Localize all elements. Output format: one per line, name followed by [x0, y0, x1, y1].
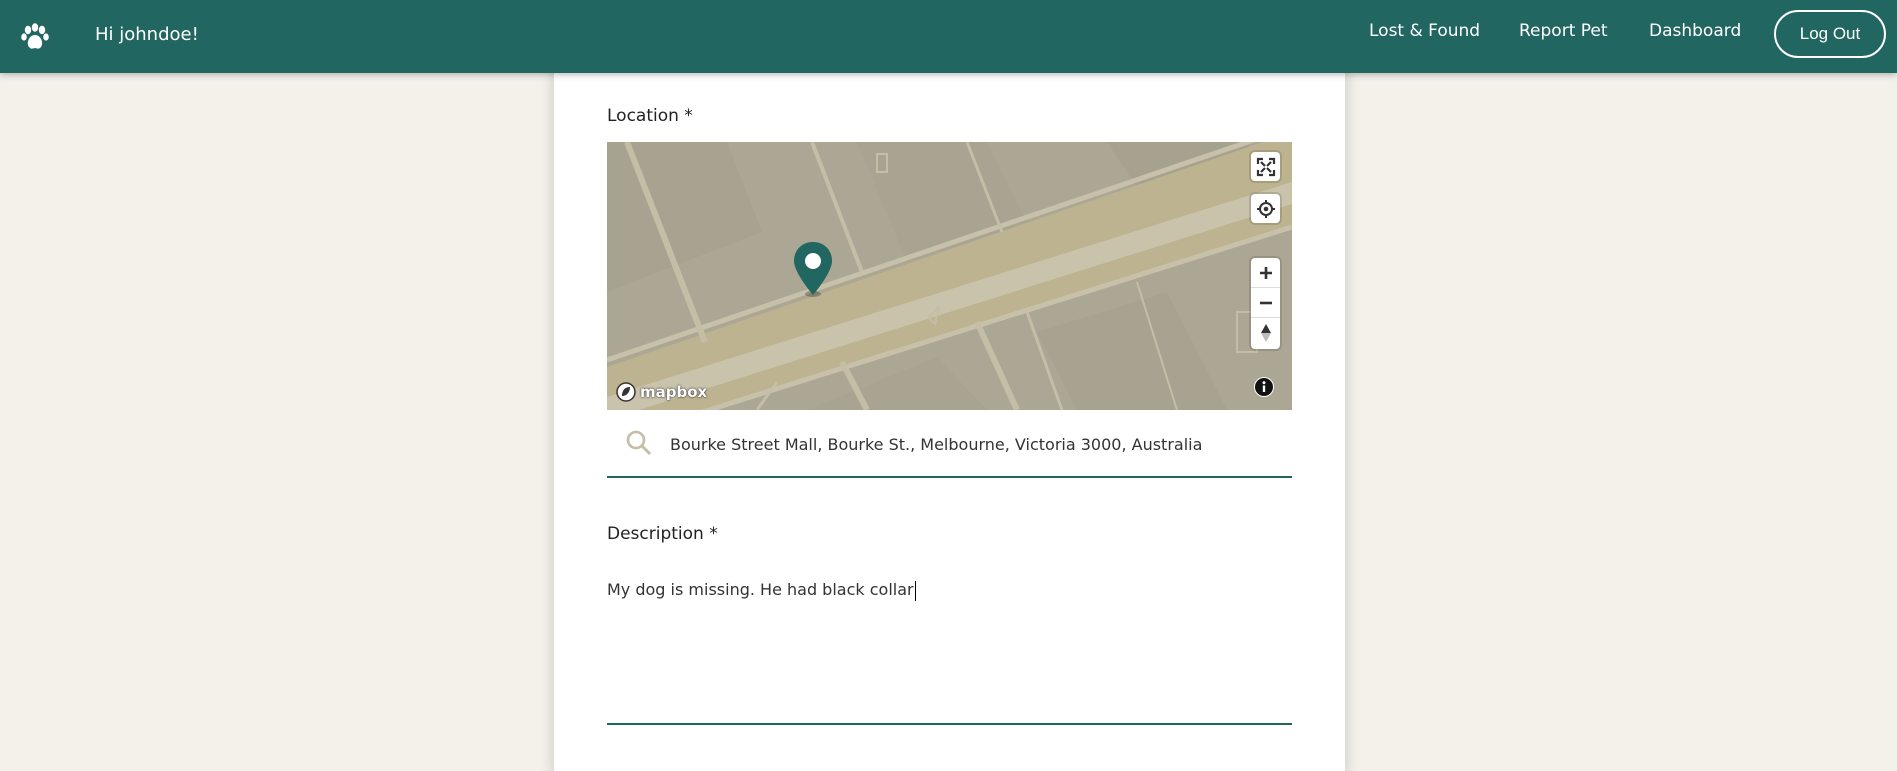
zoom-controls	[1251, 258, 1280, 349]
location-search-input[interactable]	[670, 430, 1270, 458]
location-map[interactable]: mapbox	[607, 142, 1292, 410]
location-label: Location *	[607, 106, 693, 126]
description-label: Description *	[607, 524, 718, 544]
zoom-out-icon[interactable]	[1251, 288, 1280, 318]
user-greeting: Hi johndoe!	[95, 24, 199, 45]
geolocate-icon[interactable]	[1251, 194, 1280, 223]
info-icon[interactable]	[1254, 377, 1274, 397]
description-text: My dog is missing. He had black collar	[607, 580, 916, 601]
map-tiles[interactable]	[607, 142, 1292, 410]
mapbox-logo[interactable]: mapbox	[615, 381, 707, 403]
fullscreen-icon[interactable]	[1251, 152, 1280, 181]
top-navbar: Hi johndoe! Lost & Found Report Pet Dash…	[0, 0, 1897, 73]
location-search	[607, 410, 1292, 478]
nav-dashboard[interactable]: Dashboard	[1649, 21, 1741, 41]
nav-report-pet[interactable]: Report Pet	[1519, 21, 1608, 41]
compass-icon[interactable]	[1251, 318, 1280, 348]
description-value: My dog is missing. He had black collar	[607, 580, 914, 599]
nav-lost-found[interactable]: Lost & Found	[1369, 21, 1480, 41]
mapbox-mark-icon	[616, 382, 636, 402]
search-icon	[626, 430, 652, 456]
logout-button[interactable]: Log Out	[1774, 10, 1886, 58]
zoom-in-icon[interactable]	[1251, 258, 1280, 288]
mapbox-wordmark: mapbox	[640, 383, 708, 401]
text-cursor	[914, 580, 916, 601]
description-textarea[interactable]: My dog is missing. He had black collar	[607, 578, 1292, 725]
location-marker-icon[interactable]	[791, 240, 835, 298]
paw-icon[interactable]	[20, 22, 50, 52]
